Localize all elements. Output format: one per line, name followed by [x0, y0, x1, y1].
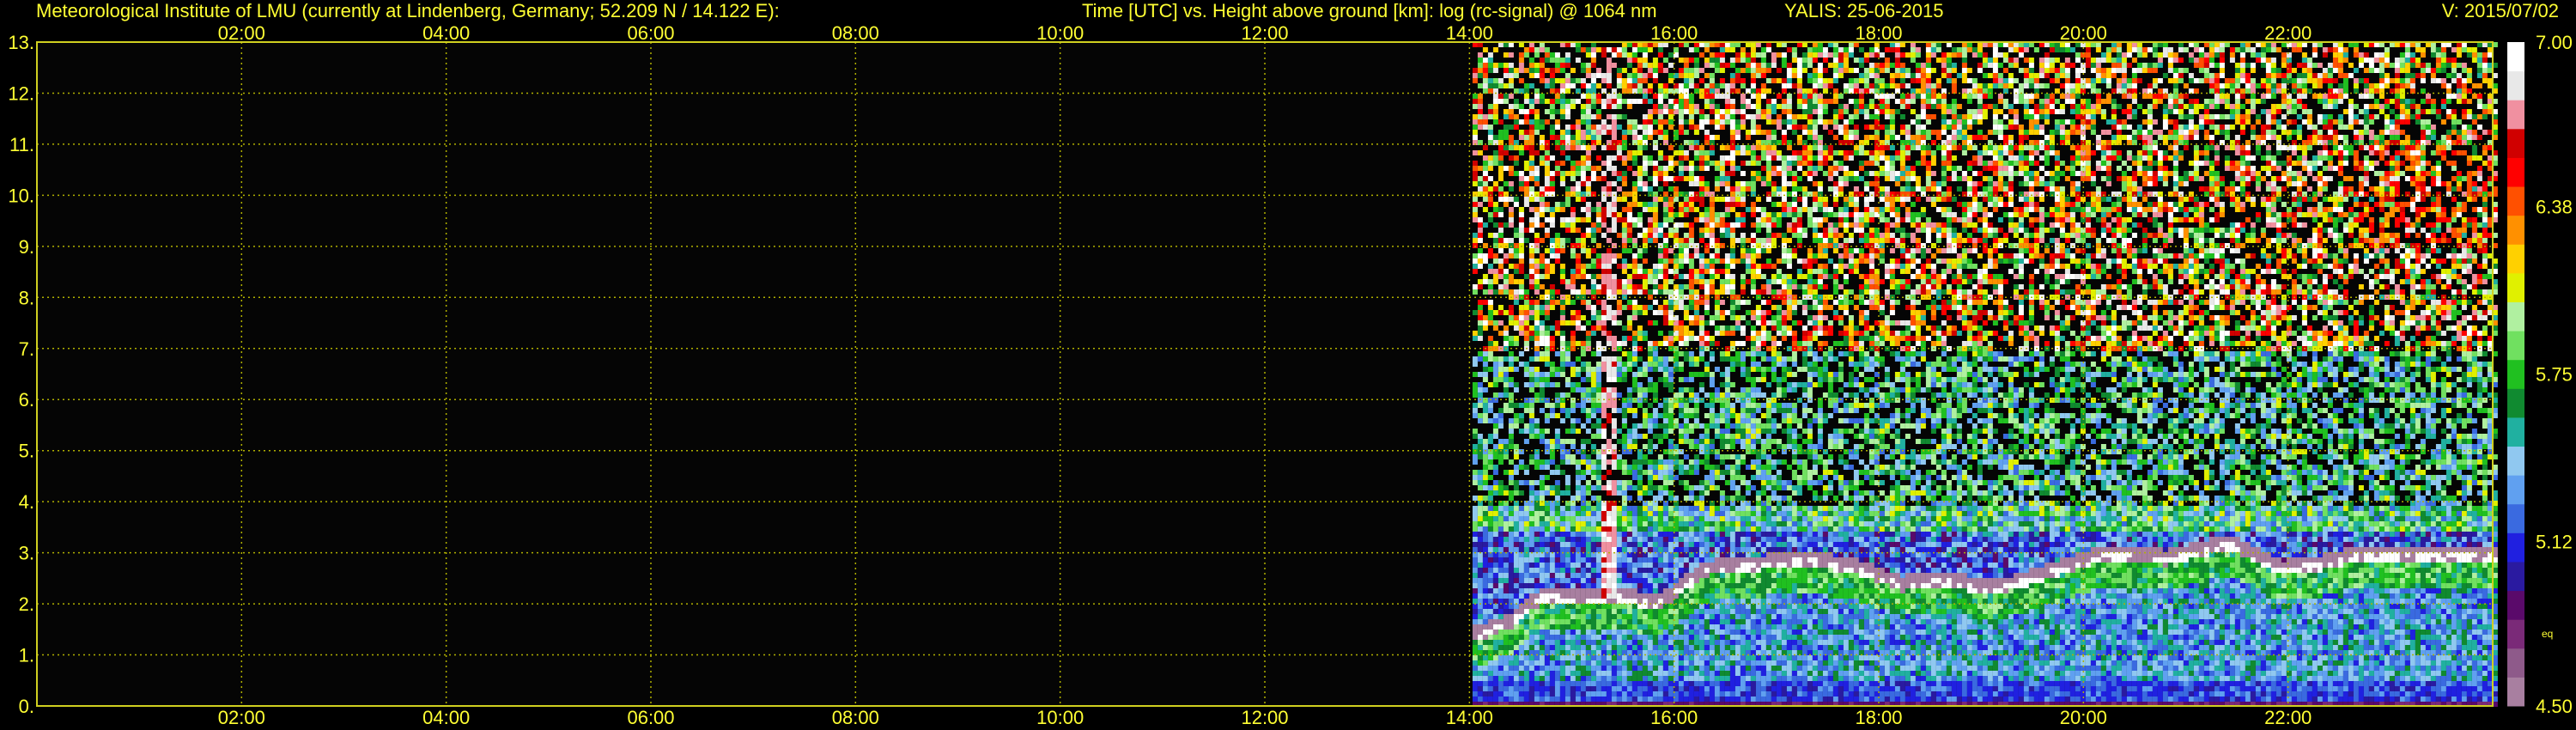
colorbar-segment — [2507, 591, 2524, 620]
colorbar-segment — [2507, 619, 2524, 648]
colorbar-segment — [2507, 157, 2524, 186]
x-tick-label-bottom: 18:00 — [1855, 707, 1902, 728]
x-tick-label-bottom: 08:00 — [832, 707, 879, 728]
colorbar-segment — [2507, 562, 2524, 591]
colorbar-segment — [2507, 475, 2524, 504]
x-tick-label-top: 06:00 — [627, 22, 674, 44]
x-tick-labels-bottom: 02:00 04:00 06:00 08:00 10:00 12:00 14:00 16:00… — [218, 707, 2312, 728]
y-tick-label: 7. — [19, 338, 34, 360]
x-tick-label-top: 12:00 — [1241, 22, 1288, 44]
colorbar-segment — [2507, 532, 2524, 562]
x-tick-label-top: 22:00 — [2264, 22, 2312, 44]
colorbar-segment — [2507, 216, 2524, 245]
colorbar-segment — [2507, 504, 2524, 533]
colorbar-segment — [2507, 71, 2524, 100]
colorbar-tick-label: 4.50 — [2536, 696, 2573, 717]
colorbar-segment — [2507, 100, 2524, 129]
x-tick-label-top: 08:00 — [832, 22, 879, 44]
y-tick-label: 2. — [19, 593, 34, 615]
x-tick-label-bottom: 02:00 — [218, 707, 265, 728]
colorbar-segment — [2507, 273, 2524, 302]
y-tick-label: 9. — [19, 236, 34, 258]
x-tick-label-top: 04:00 — [422, 22, 470, 44]
colorbar — [2507, 42, 2524, 707]
x-tick-labels-top: 02:00 04:00 06:00 08:00 10:00 12:00 14:00 16:00… — [218, 22, 2312, 44]
x-tick-label-bottom: 20:00 — [2060, 707, 2107, 728]
colorbar-segment — [2507, 388, 2524, 417]
colorbar-extra-label: eq — [2542, 628, 2553, 640]
colorbar-segment — [2507, 301, 2524, 331]
x-tick-label-bottom: 22:00 — [2264, 707, 2312, 728]
y-tick-label: 12. — [8, 82, 34, 104]
colorbar-tick-label: 6.38 — [2536, 197, 2573, 218]
x-tick-label-bottom: 04:00 — [422, 707, 470, 728]
x-tick-label-top: 16:00 — [1650, 22, 1698, 44]
y-tick-label: 11. — [9, 134, 34, 155]
colorbar-segment — [2507, 42, 2524, 71]
y-tick-label: 1. — [19, 645, 34, 666]
colorbar-segment — [2507, 360, 2524, 389]
y-tick-label: 10. — [8, 185, 34, 206]
colorbar-segment — [2507, 244, 2524, 273]
x-tick-label-top: 18:00 — [1855, 22, 1902, 44]
y-tick-label: 13. — [8, 32, 34, 53]
colorbar-segment — [2507, 129, 2524, 158]
lidar-chart: 02:00 04:00 06:00 08:00 10:00 12:00 14:00 16:00… — [0, 0, 2576, 730]
x-tick-label-top: 14:00 — [1446, 22, 1493, 44]
colorbar-segment — [2507, 447, 2524, 476]
colorbar-tick-label: 7.00 — [2536, 32, 2573, 53]
y-tick-label: 6. — [19, 389, 34, 411]
y-tick-label: 8. — [19, 287, 34, 308]
x-tick-label-bottom: 06:00 — [627, 707, 674, 728]
x-tick-label-bottom: 12:00 — [1241, 707, 1288, 728]
colorbar-segment — [2507, 331, 2524, 360]
x-tick-label-top: 20:00 — [2060, 22, 2107, 44]
y-tick-label: 0. — [19, 696, 34, 717]
colorbar-segment — [2507, 648, 2524, 678]
y-tick-labels: 0. 1. 2. 3. 4. 5. 6. 7. 8. 9. 10. 11. 12. 13. — [8, 32, 34, 717]
y-tick-label: 4. — [19, 491, 34, 513]
x-tick-label-top: 02:00 — [218, 22, 265, 44]
colorbar-segment — [2507, 186, 2524, 216]
colorbar-segment — [2507, 677, 2524, 706]
colorbar-segment — [2507, 417, 2524, 447]
x-tick-label-bottom: 10:00 — [1036, 707, 1084, 728]
x-tick-label-bottom: 14:00 — [1446, 707, 1493, 728]
y-tick-label: 5. — [19, 441, 34, 462]
x-tick-label-top: 10:00 — [1036, 22, 1084, 44]
colorbar-tick-label: 5.75 — [2536, 364, 2573, 386]
colorbar-tick-labels: 7.00 6.38 5.75 5.12 4.50 eq — [2536, 32, 2573, 717]
x-tick-label-bottom: 16:00 — [1650, 707, 1698, 728]
y-tick-label: 3. — [19, 543, 34, 564]
colorbar-tick-label: 5.12 — [2536, 531, 2573, 552]
